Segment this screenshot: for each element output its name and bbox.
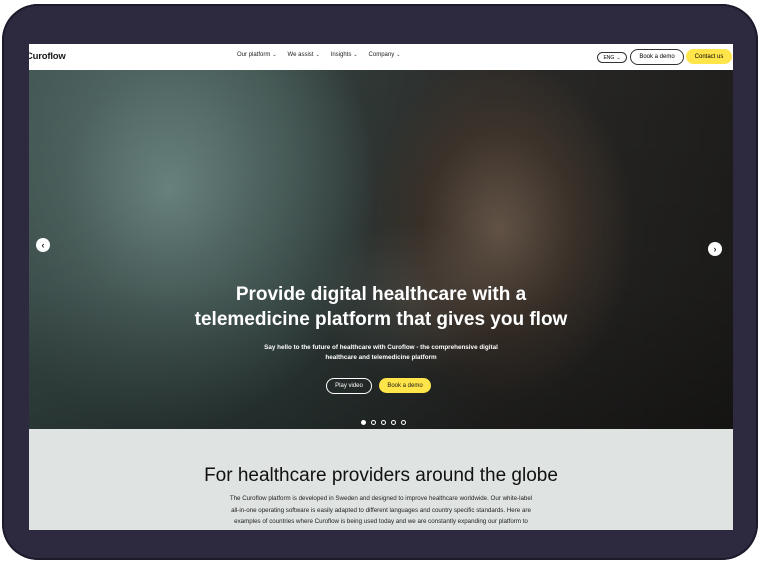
hero-title-line: telemedicine platform that gives you flo…	[194, 309, 568, 330]
menu-item-label: Insights	[330, 52, 352, 58]
chevron-right-icon[interactable]: ›	[708, 242, 722, 256]
section-body-line: all-in-one operating software is easily …	[231, 506, 531, 514]
curoflow-logo[interactable]: Curoflow	[29, 51, 66, 62]
providers-section: For healthcare providers around the glob…	[29, 429, 733, 530]
hero-subtitle-line: healthcare and telemedicine platform	[325, 354, 437, 361]
chevron-down-icon: ⌄	[396, 52, 401, 58]
carousel-dot[interactable]	[371, 420, 376, 425]
language-selector[interactable]: ENG ⌄	[597, 52, 627, 63]
menu-item-label: We assist	[287, 52, 314, 58]
carousel-dot[interactable]	[381, 420, 386, 425]
hero-title: Provide digital healthcare with a teleme…	[129, 282, 633, 332]
hero-title-line: Provide digital healthcare with a	[235, 284, 527, 305]
browser-viewport: Curoflow Our platform ⌄ We assist ⌄ Insi…	[29, 44, 733, 530]
hero-subtitle: Say hello to the future of healthcare wi…	[219, 343, 543, 363]
chevron-down-icon: ⌄	[353, 52, 358, 58]
section-title: For healthcare providers around the glob…	[204, 465, 558, 486]
hero-image-overlay	[29, 70, 733, 429]
menu-item-insights[interactable]: Insights ⌄	[331, 52, 358, 58]
play-video-button[interactable]: Play video	[326, 378, 372, 394]
chevron-down-icon: ⌄	[616, 54, 621, 61]
section-body: The Curoflow platform is developed in Sw…	[174, 493, 588, 528]
main-menu: Our platform ⌄ We assist ⌄ Insights ⌄ Co…	[237, 52, 400, 58]
section-body-line: examples of countries where Curoflow is …	[234, 518, 528, 525]
menu-item-label: Our platform	[237, 52, 271, 58]
hero-book-demo-button[interactable]: Book a demo	[379, 378, 431, 393]
language-label: ENG	[603, 54, 615, 61]
menu-item-company[interactable]: Company ⌄	[369, 52, 401, 58]
hero-carousel: ‹ › Provide digital healthcare with a te…	[29, 70, 733, 429]
top-navigation: Curoflow Our platform ⌄ We assist ⌄ Insi…	[29, 44, 733, 70]
carousel-dot[interactable]	[401, 420, 406, 425]
chevron-left-icon[interactable]: ‹	[36, 238, 50, 252]
tablet-frame: Curoflow Our platform ⌄ We assist ⌄ Insi…	[2, 4, 758, 560]
chevron-down-icon: ⌄	[272, 52, 277, 58]
chevron-down-icon: ⌄	[315, 52, 320, 58]
menu-item-label: Company	[368, 52, 395, 58]
menu-item-we-assist[interactable]: We assist ⌄	[288, 52, 320, 58]
carousel-dot[interactable]	[391, 420, 396, 425]
carousel-indicators	[361, 420, 406, 425]
hero-subtitle-line: Say hello to the future of healthcare wi…	[264, 344, 498, 351]
book-demo-button[interactable]: Book a demo	[630, 49, 684, 65]
menu-item-our-platform[interactable]: Our platform ⌄	[237, 52, 277, 58]
section-body-line: The Curoflow platform is developed in Sw…	[229, 495, 533, 502]
contact-us-button[interactable]: Contact us	[686, 49, 732, 64]
carousel-dot[interactable]	[361, 420, 366, 425]
